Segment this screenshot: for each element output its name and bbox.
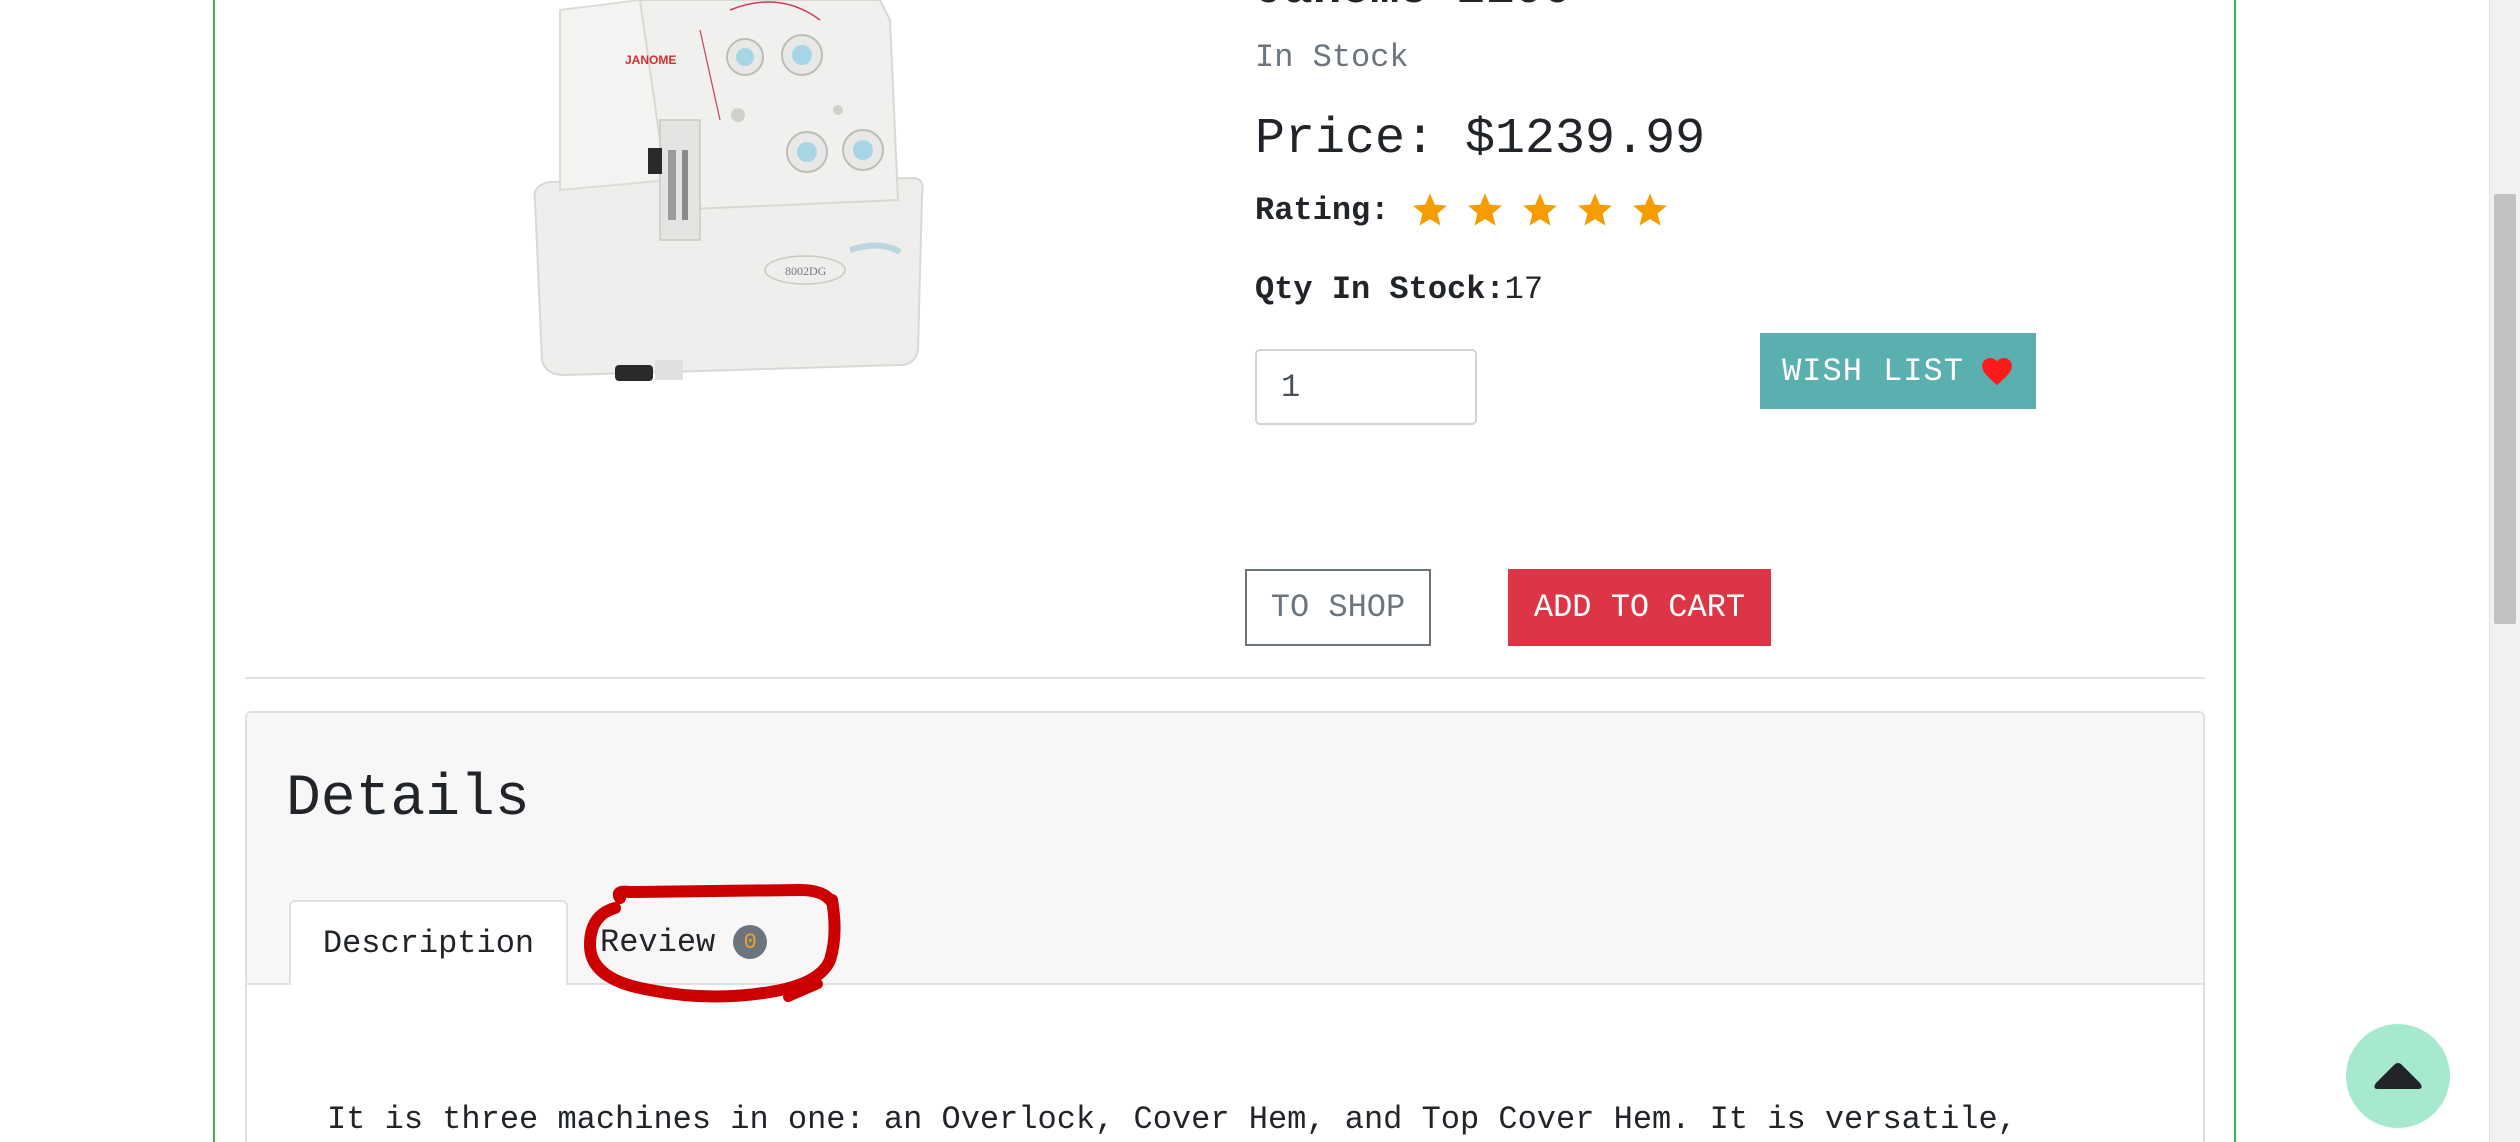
page-scrollbar[interactable]: [2489, 0, 2520, 1142]
quantity-input[interactable]: [1255, 349, 1477, 425]
details-title: Details: [286, 767, 530, 832]
qty-in-stock: Qty In Stock:17: [1255, 270, 1543, 310]
scrollbar-thumb[interactable]: [2494, 194, 2516, 624]
star-icon: [1578, 193, 1613, 226]
add-to-cart-button[interactable]: ADD TO CART: [1508, 569, 1771, 646]
star-icon: [1413, 193, 1448, 226]
caret-up-icon: [2374, 1063, 2422, 1089]
qty-in-stock-label: Qty In Stock:: [1255, 271, 1505, 308]
rating-stars: [1411, 191, 1686, 229]
star-icon: [1523, 193, 1558, 226]
qty-in-stock-value: 17: [1504, 271, 1544, 308]
description-text: It is three machines in one: an Overlock…: [327, 1101, 2017, 1138]
product-title: Janome 2100: [1255, 0, 1572, 14]
product-page: JANOME 8002DG Janome 2100 In Stock Price…: [0, 0, 2520, 1142]
review-count-badge: 0: [733, 925, 768, 959]
wishlist-button[interactable]: WISH LIST: [1760, 333, 2036, 409]
rating-row: Rating:: [1255, 188, 1686, 232]
tab-description[interactable]: Description: [289, 900, 568, 985]
section-divider: [245, 677, 2205, 679]
star-icon: [1633, 193, 1668, 226]
rating-label: Rating:: [1255, 191, 1390, 229]
wishlist-label: WISH LIST: [1782, 352, 1964, 390]
to-shop-button[interactable]: TO SHOP: [1245, 569, 1431, 646]
model-logo-text: 8002DG: [785, 264, 827, 278]
scroll-to-top-button[interactable]: [2346, 1024, 2450, 1128]
product-price: Price: $1239.99: [1255, 111, 1706, 168]
tab-review-label: Review: [600, 923, 716, 961]
tab-review[interactable]: Review 0: [600, 900, 768, 984]
heart-icon: [1982, 357, 2012, 386]
stock-status: In Stock: [1255, 39, 1409, 76]
brand-logo-text: JANOME: [625, 53, 676, 67]
star-icon: [1468, 193, 1503, 226]
product-image: JANOME 8002DG: [533, 0, 924, 381]
